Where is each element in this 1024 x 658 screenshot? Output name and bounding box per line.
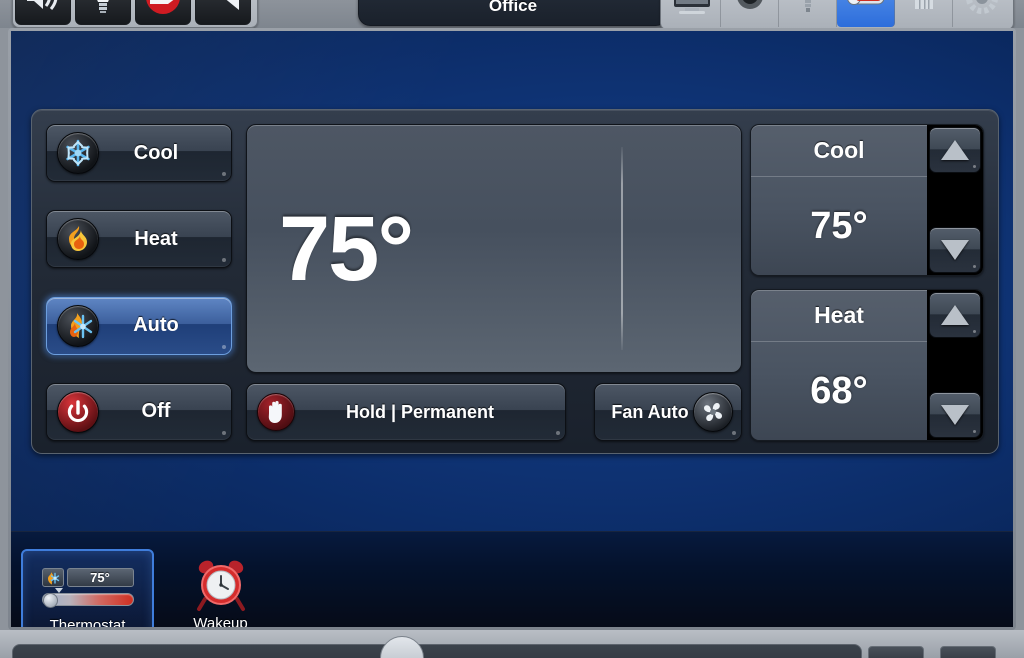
dock-item-thermostat[interactable]: 75° Thermostat — [21, 549, 154, 627]
mode-label-auto: Auto — [133, 314, 179, 337]
blinds-icon — [226, 0, 239, 10]
slider-marker-icon — [54, 588, 63, 593]
monitor-icon — [673, 0, 710, 14]
room-tab-label: Office — [488, 0, 538, 15]
hand-icon — [257, 393, 295, 431]
toolbar-lightbulb-icon-button-2[interactable] — [779, 0, 837, 27]
slider-knob[interactable] — [42, 593, 58, 608]
thermostat-widget-row: 75° — [41, 568, 134, 587]
center-column: 75° Hold | Permanent Fan Auto — [232, 120, 750, 443]
toolbar-right-group — [660, 0, 1014, 28]
triangle-down-icon — [941, 240, 969, 260]
current-temperature-value: 75° — [279, 197, 414, 300]
toolbar-gear-icon-button[interactable] — [953, 0, 1011, 27]
thermostat-panel: Cool Heat Auto Off 75° Hold | Permanent … — [31, 109, 999, 454]
toolbar-blinds-icon-button[interactable] — [195, 0, 251, 25]
bottom-key-2[interactable] — [940, 646, 996, 658]
toolbar-stop-sign-icon-button[interactable] — [135, 0, 191, 25]
fan-button[interactable]: Fan Auto — [594, 383, 742, 441]
display-divider — [621, 147, 623, 350]
thermometer-icon — [846, 0, 884, 5]
blinds-icon — [914, 0, 933, 9]
thermostat-widget: 75° — [41, 568, 134, 608]
setpoint-heat-arrows — [927, 290, 983, 440]
setpoint-heat-up-button[interactable] — [929, 292, 981, 338]
bottom-bar — [0, 630, 1024, 658]
screen: Cool Heat Auto Off 75° Hold | Permanent … — [11, 31, 1013, 627]
dock-label-thermostat: Thermostat — [49, 617, 126, 627]
gear-icon — [966, 0, 998, 14]
flame-snowflake-icon — [57, 304, 99, 347]
dock-label-wakeup: Wakeup — [193, 615, 248, 627]
triangle-up-icon — [941, 140, 969, 160]
toolbar-speaker-icon-button[interactable] — [15, 0, 71, 25]
mode-button-heat[interactable]: Heat — [46, 210, 232, 269]
power-icon — [57, 390, 99, 433]
mode-label-off: Off — [141, 400, 171, 423]
camera-icon — [737, 0, 762, 9]
flame-icon — [57, 218, 99, 261]
setpoint-column: Cool 75° Heat 68° — [750, 120, 988, 443]
top-toolbar: Office — [0, 0, 1024, 28]
alarm-clock-icon — [196, 560, 245, 611]
thermostat-widget-temp: 75° — [66, 568, 134, 587]
mode-button-off[interactable]: Off — [46, 382, 232, 441]
bottom-key[interactable] — [868, 646, 924, 658]
wakeup-icon-wrap — [192, 557, 250, 613]
mode-button-auto[interactable]: Auto — [46, 296, 232, 355]
setpoint-heat-title: Heat — [751, 290, 927, 342]
screen-frame: Cool Heat Auto Off 75° Hold | Permanent … — [8, 28, 1016, 630]
toolbar-blinds-icon-button-2[interactable] — [895, 0, 953, 27]
triangle-up-icon — [941, 305, 969, 325]
setpoint-cool-up-button[interactable] — [929, 127, 981, 173]
mode-label-cool: Cool — [133, 141, 179, 164]
setpoint-cool-value: 75° — [810, 204, 868, 247]
fan-icon — [693, 392, 733, 432]
center-bottom-controls: Hold | Permanent Fan Auto — [246, 383, 742, 441]
setpoint-heat-down-button[interactable] — [929, 392, 981, 438]
bottom-knob[interactable] — [380, 636, 424, 658]
setpoint-cool-down-button[interactable] — [929, 227, 981, 273]
stop-sign-icon — [146, 0, 180, 14]
current-temperature-display: 75° — [246, 124, 742, 373]
setpoint-cool-arrows — [927, 125, 983, 275]
dock: 75° Thermostat Wakeup — [21, 549, 287, 627]
toolbar-monitor-icon-button[interactable] — [663, 0, 721, 27]
thermostat-widget-icon: 75° — [41, 559, 134, 615]
triangle-down-icon — [941, 405, 969, 425]
thermostat-widget-slider[interactable] — [41, 588, 134, 608]
toolbar-camera-icon-button[interactable] — [721, 0, 779, 27]
flame-snowflake-icon — [41, 568, 64, 587]
setpoint-cool-main: Cool 75° — [751, 125, 927, 275]
snowflake-icon — [57, 132, 99, 174]
lightbulb-icon — [804, 0, 811, 12]
bottom-tray — [12, 644, 862, 658]
speaker-icon — [27, 0, 58, 10]
setpoint-heat-main: Heat 68° — [751, 290, 927, 440]
toolbar-thermometer-icon-button[interactable] — [837, 0, 895, 27]
dock-item-wakeup[interactable]: Wakeup — [154, 549, 287, 627]
mode-label-heat: Heat — [134, 227, 178, 250]
setpoint-cool-title: Cool — [751, 125, 927, 177]
room-tab-office[interactable]: Office — [358, 0, 668, 26]
mode-button-column: Cool Heat Auto Off — [42, 120, 232, 443]
mode-button-cool[interactable]: Cool — [46, 124, 232, 182]
toolbar-lightbulb-icon-button[interactable] — [75, 0, 131, 25]
lightbulb-icon — [97, 0, 109, 13]
setpoint-heat: Heat 68° — [750, 289, 984, 441]
setpoint-heat-value: 68° — [810, 369, 868, 412]
hold-button[interactable]: Hold | Permanent — [246, 383, 566, 441]
fan-button-label: Fan Auto — [611, 401, 689, 422]
hold-button-label: Hold | Permanent — [345, 401, 495, 422]
toolbar-left-group — [12, 0, 258, 28]
setpoint-cool: Cool 75° — [750, 124, 984, 276]
